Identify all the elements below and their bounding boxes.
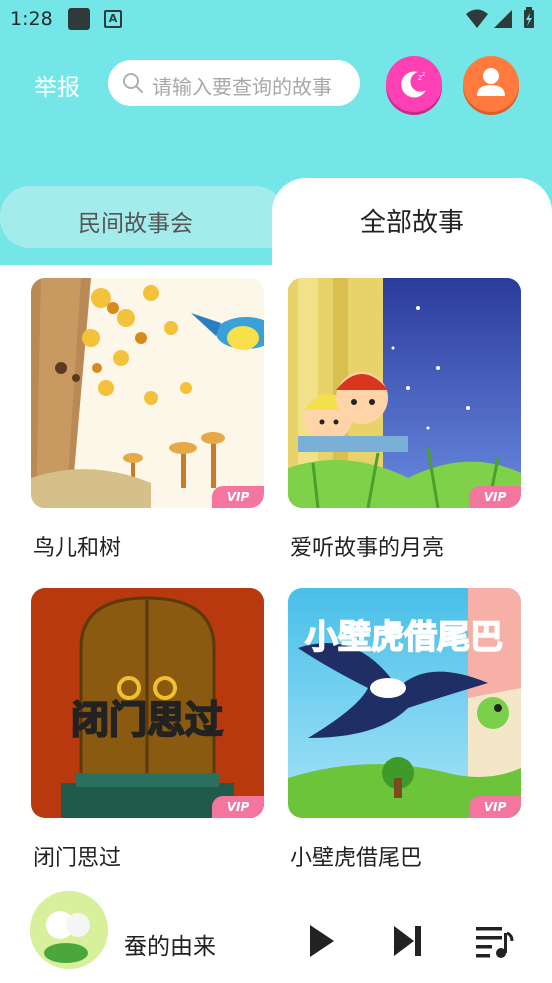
playlist-icon[interactable] <box>474 921 514 961</box>
status-icons <box>466 7 534 28</box>
cover-text: 小壁虎借尾巴 <box>305 617 503 656</box>
user-icon <box>477 68 505 96</box>
moon-icon: z z <box>401 71 426 98</box>
story-cover: VIP <box>288 278 521 508</box>
status-bar: 1:28 A <box>0 0 552 40</box>
story-title: 闭门思过 <box>33 846 122 871</box>
search-box[interactable]: 请输入要查询的故事 <box>108 60 360 106</box>
story-title: 鸟儿和树 <box>33 536 122 561</box>
now-playing-title: 蚕的由来 <box>124 934 216 960</box>
sleep-mode-button[interactable]: z z <box>386 56 442 112</box>
vip-badge: VIP <box>469 796 521 818</box>
notification-icon <box>68 8 90 30</box>
keyboard-icon: A <box>104 10 122 28</box>
vip-badge: VIP <box>212 486 264 508</box>
vip-badge: VIP <box>469 486 521 508</box>
tab-label: 全部故事 <box>360 208 465 238</box>
story-card[interactable]: VIP 爱听故事的月亮 <box>288 278 521 568</box>
app-header: 1:28 A 举报 请输入要查询的故事 z z 民间故事会 全部故事 <box>0 0 552 265</box>
search-icon <box>123 73 143 93</box>
next-icon[interactable] <box>392 921 424 961</box>
cover-text: 闭门思过 <box>71 698 223 742</box>
report-button[interactable]: 举报 <box>34 68 80 102</box>
play-icon[interactable] <box>306 921 338 961</box>
story-title: 小壁虎借尾巴 <box>290 846 423 871</box>
story-cover: VIP <box>31 278 264 508</box>
tab-all-stories[interactable]: 全部故事 <box>272 178 552 265</box>
svg-text:z: z <box>422 71 425 78</box>
story-card[interactable]: VIP 鸟儿和树 <box>31 278 264 568</box>
search-input[interactable]: 请输入要查询的故事 <box>152 71 352 100</box>
story-cover: 闭门思过 VIP <box>31 588 264 818</box>
tab-label: 民间故事会 <box>78 211 193 237</box>
vip-badge: VIP <box>212 796 264 818</box>
signal-icon <box>494 10 512 28</box>
status-time: 1:28 <box>10 8 53 30</box>
story-cover: 小壁虎借尾巴 VIP <box>288 588 521 818</box>
story-card[interactable]: 闭门思过 VIP 闭门思过 <box>31 588 264 878</box>
profile-button[interactable] <box>463 56 519 112</box>
story-card[interactable]: 小壁虎借尾巴 VIP 小壁虎借尾巴 <box>288 588 521 878</box>
story-grid: VIP 鸟儿和树 VIP 爱听故事的月亮 闭门思过 VIP 闭门思过 小壁虎借尾… <box>0 265 552 983</box>
now-playing-cover <box>30 891 108 969</box>
story-title: 爱听故事的月亮 <box>290 536 445 561</box>
tab-folk-stories[interactable]: 民间故事会 <box>0 186 285 248</box>
mini-player[interactable]: 蚕的由来 <box>0 891 552 983</box>
wifi-icon <box>466 9 488 28</box>
